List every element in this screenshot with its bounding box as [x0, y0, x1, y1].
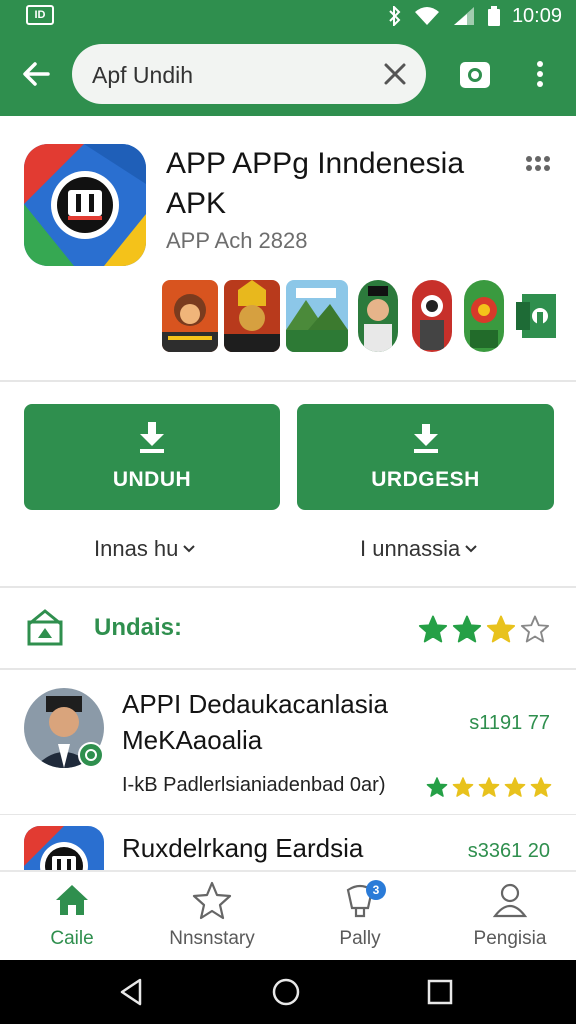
nav-item-label: Pengisia [473, 928, 547, 949]
divider [0, 814, 576, 815]
divider [0, 586, 576, 588]
list-item-description: I-kB Padlerlsianiadenbad 0ar) [122, 774, 386, 796]
app-header: APP APPg Inndenesia APK APP Ach 2828 [0, 116, 576, 382]
list-item[interactable]: APPI Dedaukacanlasia MeKAaoalia s1191 77… [0, 670, 576, 814]
notification-badge: 3 [366, 880, 386, 900]
region-dropdown-value: I unnassia [360, 536, 461, 561]
screenshot-thumbnail[interactable] [516, 280, 556, 352]
screenshot-thumbnail[interactable] [464, 280, 504, 352]
battery-icon [487, 6, 500, 26]
status-icons: 10:09 [388, 0, 562, 32]
language-dropdown[interactable]: Innas hu [94, 536, 196, 562]
secondary-action-button[interactable]: URDGESH [297, 404, 554, 510]
list-item-count: s3361 20 [467, 840, 550, 862]
bottom-navigation: Caile Nnsnstary 3 Pally Pengisia [0, 870, 576, 960]
grid-menu-icon[interactable] [524, 154, 552, 174]
wifi-icon [414, 6, 440, 26]
clear-icon[interactable] [382, 61, 408, 87]
screenshot-thumbnail[interactable] [358, 280, 398, 352]
signal-icon [452, 6, 476, 26]
search-input[interactable]: Apf Undih [92, 62, 193, 89]
star-filled-icon [504, 777, 526, 797]
list-item-count: s1191 77 [469, 712, 550, 734]
list-item-title: Ruxdelrkang Eardsia [122, 833, 364, 863]
download-button[interactable]: UNDUH [24, 404, 280, 510]
nav-item-label: Pally [339, 928, 381, 949]
secondary-button-label: URDGESH [371, 468, 480, 491]
nav-item-label: Caile [50, 928, 94, 949]
home-icon [52, 880, 92, 920]
search-box[interactable]: Apf Undih [72, 44, 426, 104]
list-item-stars [426, 776, 552, 798]
screenshot-thumbnail[interactable] [162, 280, 218, 352]
screenshot-thumbnail[interactable] [224, 280, 280, 352]
system-navigation-bar [0, 960, 576, 1024]
rating-row[interactable]: Undais: [0, 590, 576, 668]
system-recents-icon[interactable] [424, 976, 456, 1008]
screenshot-strip[interactable] [162, 280, 576, 352]
rating-stars [418, 614, 550, 644]
clock: 10:09 [511, 4, 562, 27]
rating-label: Undais: [94, 614, 183, 641]
language-dropdown-value: Innas hu [94, 536, 179, 561]
app-logo-icon[interactable] [24, 144, 146, 266]
nav-item-label: Nnsnstary [169, 928, 255, 949]
star-filled-icon [426, 777, 448, 797]
system-home-icon[interactable] [270, 976, 302, 1008]
app-logo-icon [24, 826, 104, 870]
nav-item-offers[interactable]: 3 Pally [288, 872, 432, 962]
nav-item-account[interactable]: Pengisia [438, 872, 576, 962]
nav-item-home[interactable]: Caile [0, 872, 144, 962]
chevron-down-icon [183, 545, 196, 553]
upload-icon [411, 420, 441, 454]
star-outline-icon [192, 880, 232, 920]
download-icon [137, 420, 167, 454]
star-filled-icon [530, 777, 552, 797]
app-title: APP APPg Inndenesia APK [166, 147, 465, 220]
camera-icon[interactable] [458, 58, 492, 90]
list-item-title: APPI Dedaukacanlasia MeKAaoalia [122, 689, 388, 755]
more-vert-icon[interactable] [528, 58, 552, 90]
notification-icon: ID [26, 5, 54, 25]
nav-item-featured[interactable]: Nnsnstary [140, 872, 284, 962]
back-arrow-icon[interactable] [18, 56, 54, 92]
chevron-down-icon [465, 545, 478, 553]
system-back-icon[interactable] [116, 976, 148, 1008]
account-icon [490, 880, 530, 920]
app-subtitle: APP Ach 2828 [166, 228, 308, 253]
star-empty-icon [520, 615, 550, 643]
app-screen: ID 10:09 Apf Undih APP APPg Inndenesia A… [0, 0, 576, 1024]
status-bar: ID 10:09 [0, 0, 576, 32]
star-filled-icon [418, 615, 448, 643]
region-dropdown[interactable]: I unnassia [360, 536, 478, 562]
screenshot-thumbnail[interactable] [412, 280, 452, 352]
star-filled-icon [478, 777, 500, 797]
app-toolbar: Apf Undih [0, 32, 576, 116]
screenshot-thumbnail[interactable] [286, 280, 348, 352]
verified-badge-icon [78, 742, 104, 768]
bluetooth-icon [388, 6, 402, 26]
list-item[interactable]: Ruxdelrkang Eardsia s3361 20 [0, 816, 576, 870]
star-filled-icon [486, 615, 516, 643]
star-filled-icon [452, 777, 474, 797]
star-filled-icon [452, 615, 482, 643]
download-button-label: UNDUH [112, 468, 192, 491]
home-badge-icon [26, 608, 64, 646]
